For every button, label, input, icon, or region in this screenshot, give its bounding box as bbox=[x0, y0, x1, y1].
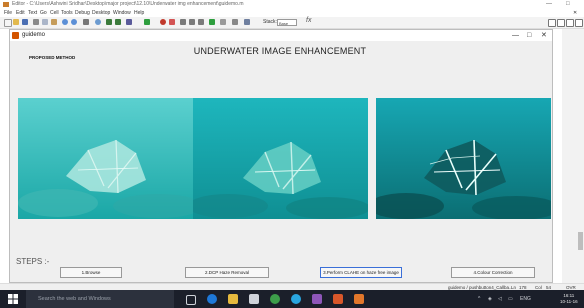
editor-menubar: File Edit Text Go Cell Tools Debug Deskt… bbox=[0, 9, 584, 17]
tile-left-icon[interactable] bbox=[548, 19, 556, 27]
step-out-icon[interactable] bbox=[198, 19, 204, 25]
guidemo-close-button[interactable]: ✕ bbox=[541, 30, 547, 41]
dcp-haze-removal-button[interactable]: 2.DCP Haze Removal bbox=[185, 267, 269, 278]
main-title: UNDERWATER IMAGE ENHANCEMENT bbox=[193, 46, 367, 56]
clahe-image-panel bbox=[376, 98, 551, 219]
tray-chevron-icon[interactable]: ^ bbox=[478, 290, 480, 308]
save-icon[interactable] bbox=[22, 19, 28, 25]
continue-icon[interactable] bbox=[209, 19, 215, 25]
menu-help[interactable]: Help bbox=[134, 9, 144, 17]
matlab-editor-icon bbox=[3, 2, 9, 7]
function-browser-icon[interactable] bbox=[126, 19, 132, 25]
tile-grid-icon[interactable] bbox=[566, 19, 574, 27]
guidemo-title: guidemo bbox=[22, 32, 46, 38]
original-image-panel bbox=[18, 98, 193, 219]
run-icon[interactable] bbox=[144, 19, 150, 25]
proposed-method-label: PROPOSED METHOD bbox=[29, 55, 76, 60]
task-view-icon[interactable] bbox=[186, 295, 196, 305]
undo-icon[interactable] bbox=[62, 19, 68, 25]
stack-select[interactable]: Base bbox=[277, 19, 297, 26]
menu-desktop[interactable]: Desktop bbox=[92, 9, 110, 17]
edge-browser-icon[interactable] bbox=[207, 294, 217, 304]
tile-top-icon[interactable] bbox=[557, 19, 565, 27]
exit-debug-icon[interactable] bbox=[220, 19, 226, 25]
float-icon[interactable] bbox=[575, 19, 583, 27]
menu-file[interactable]: File bbox=[4, 9, 12, 17]
menu-go[interactable]: Go bbox=[40, 9, 47, 17]
cell-mode-icon[interactable] bbox=[232, 19, 238, 25]
clahe-enhanced-image bbox=[376, 98, 551, 219]
editor-restore-button[interactable]: □ bbox=[566, 0, 570, 9]
volume-icon[interactable]: ◁ bbox=[498, 290, 502, 308]
guidemo-maximize-button[interactable]: □ bbox=[527, 30, 531, 41]
visual-studio-icon[interactable] bbox=[312, 294, 322, 304]
step-icon[interactable] bbox=[180, 19, 186, 25]
cut-icon[interactable] bbox=[33, 19, 39, 25]
windows-start-icon[interactable] bbox=[8, 294, 18, 304]
guidemo-titlebar: guidemo — □ ✕ bbox=[10, 30, 552, 41]
clear-breakpoints-icon[interactable] bbox=[169, 19, 175, 25]
fx-icon[interactable]: fx bbox=[306, 17, 311, 24]
menu-debug[interactable]: Debug bbox=[75, 9, 90, 17]
dcp-image-panel bbox=[193, 98, 368, 219]
dock-icon[interactable] bbox=[244, 19, 250, 25]
print-icon[interactable] bbox=[83, 19, 89, 25]
network-icon[interactable]: ◈ bbox=[488, 290, 492, 308]
taskbar-clock[interactable]: 16:11 10-11-16 bbox=[560, 293, 578, 305]
menu-cell[interactable]: Cell bbox=[50, 9, 59, 17]
editor-minimize-button[interactable]: — bbox=[546, 0, 552, 9]
editor-scrollbar-thumb[interactable] bbox=[578, 232, 583, 250]
step-in-icon[interactable] bbox=[189, 19, 195, 25]
menu-text[interactable]: Text bbox=[28, 9, 37, 17]
new-file-icon[interactable] bbox=[4, 19, 12, 27]
editor-toolbar: Stack: Base fx bbox=[0, 17, 584, 29]
clock-date: 10-11-16 bbox=[560, 299, 578, 304]
breakpoint-icon[interactable] bbox=[160, 19, 166, 25]
stack-label: Stack: bbox=[263, 19, 277, 25]
chrome-icon[interactable] bbox=[270, 294, 280, 304]
colour-correction-button[interactable]: 4.Colour Correction bbox=[451, 267, 535, 278]
menu-tools[interactable]: Tools bbox=[61, 9, 73, 17]
figure-icon bbox=[12, 32, 19, 39]
copy-icon[interactable] bbox=[42, 19, 48, 25]
open-folder-icon[interactable] bbox=[13, 19, 19, 25]
matlab-icon[interactable] bbox=[333, 294, 343, 304]
menu-edit[interactable]: Edit bbox=[16, 9, 25, 17]
editor-titlebar: Editor - C:\Users\Ashwini Sridhar\Deskto… bbox=[0, 0, 584, 9]
taskbar-search-box[interactable]: Search the web and Windows bbox=[26, 290, 174, 308]
guidemo-minimize-button[interactable]: — bbox=[512, 30, 519, 41]
dcp-haze-removed-image bbox=[193, 98, 368, 219]
language-indicator[interactable]: ENG bbox=[520, 290, 531, 308]
original-underwater-image bbox=[18, 98, 193, 219]
powerpoint-icon[interactable] bbox=[354, 294, 364, 304]
forward-arrow-icon[interactable] bbox=[115, 19, 121, 25]
windows-taskbar: Search the web and Windows ^ ◈ ◁ ▭ ENG 1… bbox=[0, 290, 584, 308]
back-arrow-icon[interactable] bbox=[106, 19, 112, 25]
browse-button[interactable]: 1.Browse bbox=[60, 267, 122, 278]
steps-label: STEPS :- bbox=[16, 257, 50, 266]
clahe-button[interactable]: 3.Perform CLAHE on haze free image bbox=[320, 267, 402, 278]
guidemo-window: guidemo — □ ✕ UNDERWATER IMAGE ENHANCEME… bbox=[9, 29, 553, 283]
editor-title-text: Editor - C:\Users\Ashwini Sridhar\Deskto… bbox=[12, 1, 244, 7]
paste-icon[interactable] bbox=[51, 19, 57, 25]
store-icon[interactable] bbox=[249, 294, 259, 304]
keyboard-icon[interactable]: ▭ bbox=[508, 290, 513, 308]
editor-close-x[interactable]: ✕ bbox=[573, 9, 577, 17]
redo-icon[interactable] bbox=[71, 19, 77, 25]
menu-window[interactable]: Window bbox=[113, 9, 131, 17]
find-icon[interactable] bbox=[95, 19, 101, 25]
skype-icon[interactable] bbox=[291, 294, 301, 304]
file-explorer-icon[interactable] bbox=[228, 294, 238, 304]
